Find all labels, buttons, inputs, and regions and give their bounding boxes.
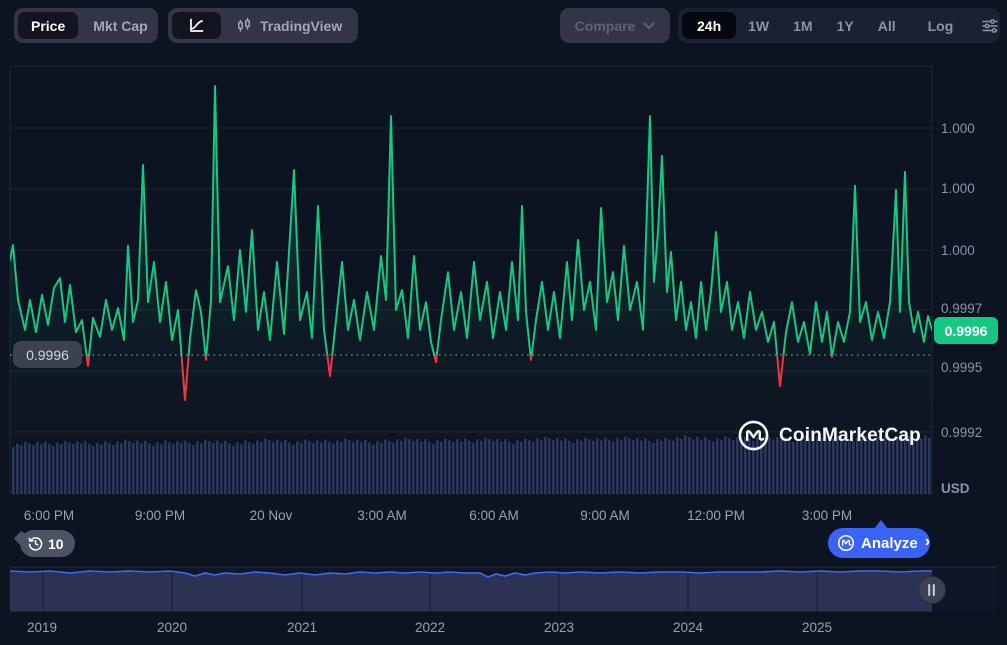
y-tick: 1.000 bbox=[941, 121, 1003, 136]
tab-price[interactable]: Price bbox=[18, 12, 78, 39]
line-chart-icon bbox=[188, 17, 205, 34]
range-1m[interactable]: 1M bbox=[781, 12, 824, 39]
line-chart-button[interactable] bbox=[172, 12, 221, 39]
watermark-text: CoinMarketCap bbox=[779, 425, 921, 447]
nav-year: 2019 bbox=[12, 620, 72, 635]
x-tick: 3:00 AM bbox=[337, 508, 427, 523]
chevron-down-icon bbox=[643, 22, 655, 30]
tradingview-button[interactable]: TradingView bbox=[223, 12, 355, 39]
x-tick: 3:00 PM bbox=[782, 508, 872, 523]
coinmarketcap-logo-icon bbox=[737, 419, 770, 452]
y-tick: 1.000 bbox=[941, 243, 1003, 258]
y-tick: 1.000 bbox=[941, 181, 1003, 196]
analyze-label: Analyze bbox=[861, 535, 918, 552]
recently-viewed-badge[interactable]: 10 bbox=[20, 530, 75, 557]
x-tick: 6:00 AM bbox=[449, 508, 539, 523]
y-tick: 0.9992 bbox=[941, 425, 1003, 440]
nav-year: 2025 bbox=[787, 620, 847, 635]
y-tick: 0.9995 bbox=[941, 360, 1003, 375]
chevron-right-icon: › bbox=[925, 533, 930, 551]
tradingview-label: TradingView bbox=[260, 18, 342, 34]
reference-price-badge: 0.9996 bbox=[13, 341, 82, 368]
tab-mkt-cap[interactable]: Mkt Cap bbox=[80, 12, 160, 39]
range-all[interactable]: All bbox=[866, 12, 908, 39]
navigator-handle[interactable] bbox=[919, 577, 946, 604]
log-scale-button[interactable]: Log bbox=[916, 12, 966, 39]
cmc-chart-module: Price Mkt Cap TradingView Compare bbox=[0, 0, 1007, 645]
analyze-button[interactable]: Analyze › bbox=[828, 528, 930, 558]
x-tick: 9:00 PM bbox=[115, 508, 205, 523]
metric-toggle-group: Price Mkt Cap bbox=[14, 8, 158, 43]
y-axis-unit: USD bbox=[941, 481, 1003, 496]
range-24h[interactable]: 24h bbox=[682, 12, 736, 39]
price-area-fill bbox=[10, 86, 932, 462]
range-1w[interactable]: 1W bbox=[736, 12, 781, 39]
coinmarketcap-watermark: CoinMarketCap bbox=[737, 419, 921, 452]
history-icon bbox=[28, 536, 43, 551]
cmc-bubble-icon bbox=[837, 534, 855, 552]
nav-year: 2024 bbox=[658, 620, 718, 635]
x-tick: 12:00 PM bbox=[671, 508, 761, 523]
x-tick: 6:00 PM bbox=[4, 508, 94, 523]
nav-year: 2023 bbox=[529, 620, 589, 635]
compare-label: Compare bbox=[575, 18, 636, 34]
x-tick: 20 Nov bbox=[226, 508, 316, 523]
time-range-group: 24h 1W 1M 1Y All Log bbox=[678, 8, 1000, 43]
nav-year: 2021 bbox=[272, 620, 332, 635]
sliders-icon bbox=[981, 18, 999, 34]
last-price-badge: 0.9996 bbox=[934, 317, 998, 344]
range-1y[interactable]: 1Y bbox=[825, 12, 866, 39]
navigator[interactable] bbox=[10, 567, 997, 612]
y-tick: 0.9997 bbox=[941, 301, 1003, 316]
navigator-area bbox=[10, 571, 932, 612]
recently-viewed-count: 10 bbox=[48, 536, 64, 552]
chart-style-group: TradingView bbox=[168, 8, 358, 43]
nav-year: 2022 bbox=[400, 620, 460, 635]
chart-settings-button[interactable] bbox=[973, 12, 1007, 39]
candlestick-icon bbox=[236, 17, 252, 35]
x-tick: 9:00 AM bbox=[560, 508, 650, 523]
compare-button[interactable]: Compare bbox=[560, 8, 670, 43]
nav-year: 2020 bbox=[142, 620, 202, 635]
